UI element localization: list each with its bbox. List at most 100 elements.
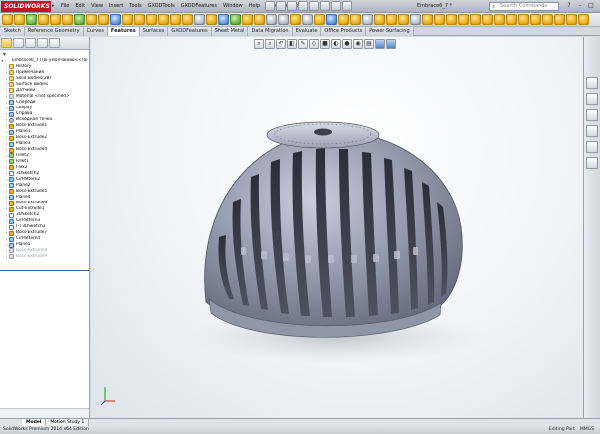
plane-icon <box>9 195 14 201</box>
open-icon[interactable] <box>276 1 286 11</box>
tab-sheet-metal[interactable]: Sheet Metal <box>211 27 249 36</box>
configuration-manager-tab-icon[interactable] <box>25 38 36 48</box>
tree-item[interactable]: › Boss-Extrude9 <box>0 254 89 260</box>
feature-command-icon[interactable] <box>362 14 373 25</box>
select-icon[interactable] <box>320 1 330 11</box>
new-icon[interactable] <box>265 1 275 11</box>
rebuild-icon[interactable] <box>331 1 341 11</box>
feature-command-icon[interactable] <box>542 14 553 25</box>
undo-icon[interactable] <box>309 1 319 11</box>
menu-view[interactable]: View <box>88 0 106 13</box>
feature-command-icon[interactable] <box>14 14 25 25</box>
feature-command-icon[interactable] <box>458 14 469 25</box>
tab-gxodfeatures[interactable]: GXODFeatures <box>168 27 212 36</box>
solidworks-logo[interactable]: SOLIDWORKS <box>1 1 51 12</box>
feature-command-icon[interactable] <box>98 14 109 25</box>
feature-command-icon[interactable] <box>110 14 121 25</box>
feature-command-icon[interactable] <box>302 14 313 25</box>
rollback-bar[interactable] <box>0 270 89 271</box>
file-explorer-icon[interactable] <box>586 109 598 121</box>
menu-tools[interactable]: Tools <box>126 0 144 13</box>
feature-command-icon[interactable] <box>182 14 193 25</box>
feature-command-icon[interactable] <box>314 14 325 25</box>
tab-office-products[interactable]: Office Products <box>321 27 367 36</box>
feature-command-icon[interactable] <box>50 14 61 25</box>
property-manager-tab-icon[interactable] <box>13 38 24 48</box>
feature-command-icon[interactable] <box>278 14 289 25</box>
model-render[interactable] <box>91 37 583 418</box>
appearances-icon[interactable] <box>586 141 598 153</box>
feature-command-icon[interactable] <box>434 14 445 25</box>
resources-icon[interactable] <box>586 77 598 89</box>
feature-command-icon[interactable] <box>578 14 589 25</box>
feature-command-icon[interactable] <box>410 14 421 25</box>
feature-command-icon[interactable] <box>566 14 577 25</box>
feature-command-icon[interactable] <box>230 14 241 25</box>
feature-command-icon[interactable] <box>74 14 85 25</box>
feature-command-icon[interactable] <box>206 14 217 25</box>
feature-command-icon[interactable] <box>158 14 169 25</box>
feature-command-icon[interactable] <box>62 14 73 25</box>
menu-edit[interactable]: Edit <box>72 0 88 13</box>
menu-insert[interactable]: Insert <box>106 0 126 13</box>
feature-command-icon[interactable] <box>398 14 409 25</box>
feature-command-icon[interactable] <box>518 14 529 25</box>
feature-command-icon[interactable] <box>242 14 253 25</box>
feature-command-icon[interactable] <box>386 14 397 25</box>
feature-command-icon[interactable] <box>266 14 277 25</box>
tab-surfaces[interactable]: Surfaces <box>139 27 169 36</box>
minimize-icon[interactable]: – <box>575 1 585 11</box>
feature-command-icon[interactable] <box>26 14 37 25</box>
tab-evaluate[interactable]: Evaluate <box>292 27 322 36</box>
menu-help[interactable]: Help <box>246 0 263 13</box>
feature-command-icon[interactable] <box>494 14 505 25</box>
menu-gxodfeatures[interactable]: GXODFeatures <box>178 0 220 13</box>
feature-command-icon[interactable] <box>482 14 493 25</box>
feature-command-icon[interactable] <box>2 14 13 25</box>
feature-command-icon[interactable] <box>146 14 157 25</box>
save-icon[interactable] <box>287 1 297 11</box>
feature-command-icon[interactable] <box>38 14 49 25</box>
dimxpert-tab-icon[interactable] <box>37 38 48 48</box>
feature-command-icon[interactable] <box>134 14 145 25</box>
tree-filter[interactable]: ▾ <box>0 50 89 58</box>
custom-properties-icon[interactable] <box>586 157 598 169</box>
feature-command-icon[interactable] <box>338 14 349 25</box>
feature-command-icon[interactable] <box>506 14 517 25</box>
tab-power-surfacing[interactable]: Power Surfacing <box>366 27 414 36</box>
menu-gxodtools[interactable]: GXODTools <box>145 0 178 13</box>
graphics-area[interactable]: ⌕ ⌕ ↶ ◧ ✎ ◇ ■ ◐ ● ◉ ▤ <box>91 37 583 418</box>
search-commands-input[interactable]: ⌕ Search Commands <box>489 2 559 11</box>
feature-command-icon[interactable] <box>122 14 133 25</box>
feature-command-icon[interactable] <box>86 14 97 25</box>
feature-command-icon[interactable] <box>554 14 565 25</box>
help-icon[interactable]: ? <box>564 1 574 11</box>
feature-command-icon[interactable] <box>254 14 265 25</box>
feature-command-icon[interactable] <box>350 14 361 25</box>
tab-data-migration[interactable]: Data Migration <box>248 27 293 36</box>
feature-command-icon[interactable] <box>446 14 457 25</box>
feature-command-icon[interactable] <box>470 14 481 25</box>
feature-command-icon[interactable] <box>194 14 205 25</box>
feature-command-icon[interactable] <box>290 14 301 25</box>
feature-command-icon[interactable] <box>170 14 181 25</box>
design-library-icon[interactable] <box>586 93 598 105</box>
filter-icon[interactable]: ▾ <box>3 51 6 58</box>
tab-curves[interactable]: Curves <box>83 27 108 36</box>
menu-file[interactable]: File <box>58 0 72 13</box>
menu-window[interactable]: Window <box>220 0 246 13</box>
feature-command-icon[interactable] <box>326 14 337 25</box>
options-icon[interactable] <box>342 1 352 11</box>
display-manager-tab-icon[interactable] <box>49 38 60 48</box>
feature-command-icon[interactable] <box>530 14 541 25</box>
feature-command-icon[interactable] <box>422 14 433 25</box>
print-icon[interactable] <box>298 1 308 11</box>
feature-command-icon[interactable] <box>218 14 229 25</box>
view-palette-icon[interactable] <box>586 125 598 137</box>
feature-command-icon[interactable] <box>374 14 385 25</box>
maximize-icon[interactable]: □ <box>586 1 596 11</box>
tab-reference-geometry[interactable]: Reference Geometry <box>24 27 84 36</box>
tab-sketch[interactable]: Sketch <box>1 27 25 36</box>
tab-features[interactable]: Features <box>107 27 140 36</box>
feature-manager-tab-icon[interactable] <box>1 38 12 48</box>
